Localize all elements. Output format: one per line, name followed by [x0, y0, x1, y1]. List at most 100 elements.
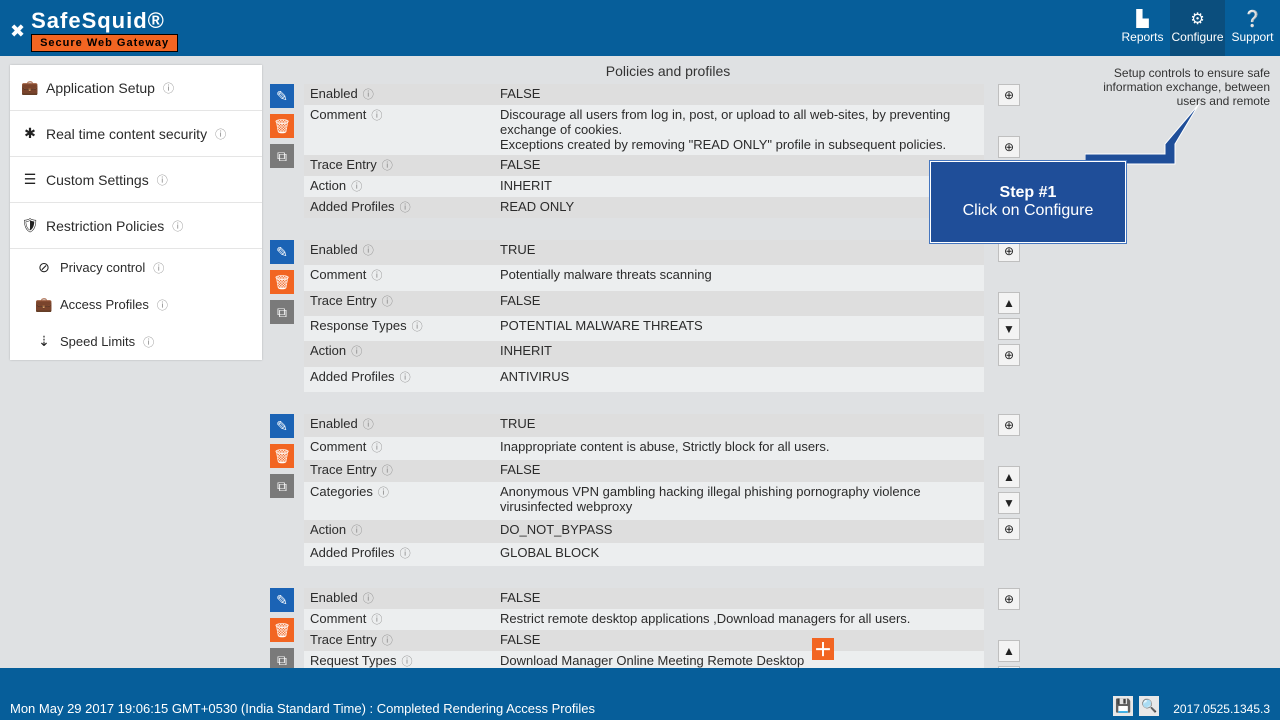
row-value: Discourage all users from log in, post, …	[494, 105, 984, 155]
row-value: Download Manager Online Meeting Remote D…	[494, 651, 984, 668]
info-icon: ⓘ	[379, 465, 393, 477]
add-policy-button[interactable]: ＋	[812, 638, 834, 660]
edit-icon[interactable]: ✎	[270, 414, 294, 438]
trash-icon[interactable]: 🗑	[270, 270, 294, 294]
sidebar-item-access[interactable]: 💼 Access Profiles ⓘ	[10, 286, 262, 323]
info-icon: ⓘ	[398, 656, 412, 668]
edit-icon[interactable]: ✎	[270, 240, 294, 264]
main-area: 💼 Application Setup ⓘ ✱ Real time conten…	[0, 56, 1280, 668]
trash-icon[interactable]: 🗑	[270, 114, 294, 138]
row-key: Added Profiles ⓘ	[304, 197, 494, 218]
row-key-label: Trace Entry	[310, 157, 377, 172]
trash-icon[interactable]: 🗑	[270, 618, 294, 642]
row-value: Potentially malware threats scanning	[494, 265, 984, 290]
info-icon: ⓘ	[368, 110, 382, 122]
row-value: FALSE	[494, 84, 984, 105]
row-key: Request Types ⓘ	[304, 651, 494, 668]
copy-icon[interactable]: ⧉	[270, 648, 294, 668]
policy-block: ✎🗑⧉Enabled ⓘTRUEComment ⓘPotentially mal…	[270, 240, 1072, 392]
target-button[interactable]: ⊕	[998, 518, 1020, 540]
callout-step: Step #1	[1000, 184, 1057, 202]
row-key: Response Types ⓘ	[304, 316, 494, 341]
search-button[interactable]: 🔍	[1139, 696, 1159, 716]
info-icon: ⓘ	[368, 614, 382, 626]
nav-configure[interactable]: ⚙ Configure	[1170, 0, 1225, 56]
sidebar-item-custom[interactable]: ☰ Custom Settings ⓘ	[10, 157, 262, 203]
move-down-button[interactable]: ▼	[998, 666, 1020, 668]
info-icon: ⓘ	[348, 525, 362, 537]
edit-icon[interactable]: ✎	[270, 84, 294, 108]
move-up-button[interactable]: ▲	[998, 292, 1020, 314]
sidebar-item-restriction[interactable]: 🛡 Restriction Policies ⓘ	[10, 203, 262, 249]
info-icon: ⓘ	[397, 202, 411, 214]
edit-icon[interactable]: ✎	[270, 588, 294, 612]
target-button[interactable]: ⊕	[998, 588, 1020, 610]
table-row: Enabled ⓘ TRUE	[304, 414, 984, 437]
save-button[interactable]: 💾	[1113, 696, 1133, 716]
sidebar-item-app-setup[interactable]: 💼 Application Setup ⓘ	[10, 65, 262, 111]
table-row: Action ⓘ DO_NOT_BYPASS	[304, 520, 984, 543]
move-down-button[interactable]: ▼	[998, 318, 1020, 340]
row-key-label: Action	[310, 522, 346, 537]
row-value: DO_NOT_BYPASS	[494, 520, 984, 543]
info-icon: ⓘ	[157, 172, 168, 188]
chart-icon: ▙	[1136, 12, 1148, 28]
row-key-label: Enabled	[310, 242, 358, 257]
row-value: POTENTIAL MALWARE THREATS	[494, 316, 984, 341]
move-down-button[interactable]: ▼	[998, 492, 1020, 514]
table-row: Enabled ⓘTRUE	[304, 240, 984, 265]
table-row: Added Profiles ⓘGLOBAL BLOCK	[304, 543, 984, 566]
row-key: Action ⓘ	[304, 176, 494, 197]
target-button[interactable]: ⊕	[998, 344, 1020, 366]
sidebar-item-label: Application Setup	[46, 80, 155, 96]
help-icon: ❔	[1243, 12, 1263, 28]
row-key: Enabled ⓘ	[304, 240, 494, 265]
policy-table: Enabled ⓘTRUEComment ⓘPotentially malwar…	[304, 240, 984, 392]
nav-support[interactable]: ❔ Support	[1225, 0, 1280, 56]
target-button[interactable]: ⊕	[998, 240, 1020, 262]
row-value: FALSE	[494, 155, 984, 176]
row-key-label: Enabled	[310, 416, 358, 431]
sidebar-item-label: Access Profiles	[60, 297, 149, 312]
move-up-button[interactable]: ▲	[998, 640, 1020, 662]
move-up-button[interactable]: ▲	[998, 466, 1020, 488]
table-row: Enabled ⓘFALSE	[304, 84, 984, 105]
nav-support-label: Support	[1231, 30, 1273, 44]
version-label: 2017.0525.1345.3	[1173, 702, 1270, 716]
sidebar-item-label: Restriction Policies	[46, 218, 164, 234]
info-icon: ⓘ	[368, 270, 382, 282]
row-key-label: Enabled	[310, 590, 358, 605]
target-button[interactable]: ⊕	[998, 84, 1020, 106]
sidebar: 💼 Application Setup ⓘ ✱ Real time conten…	[10, 65, 262, 360]
sidebar-item-label: Custom Settings	[46, 172, 149, 188]
row-key: Trace Entry ⓘ	[304, 460, 494, 483]
info-icon: ⓘ	[215, 126, 226, 142]
sidebar-item-realtime[interactable]: ✱ Real time content security ⓘ	[10, 111, 262, 157]
target-button[interactable]: ⊕	[998, 136, 1020, 158]
copy-icon[interactable]: ⧉	[270, 300, 294, 324]
target-button[interactable]: ⊕	[998, 414, 1020, 436]
row-key: Comment ⓘ	[304, 609, 494, 630]
copy-icon[interactable]: ⧉	[270, 474, 294, 498]
page-title: Policies and profiles	[262, 56, 1074, 85]
copy-icon[interactable]: ⧉	[270, 144, 294, 168]
sidebar-item-label: Privacy control	[60, 260, 145, 275]
policy-table: Enabled ⓘFALSEComment ⓘRestrict remote d…	[304, 588, 984, 668]
trash-icon[interactable]: 🗑	[270, 444, 294, 468]
row-value: TRUE	[494, 414, 984, 437]
row-value: ANTIVIRUS	[494, 367, 984, 392]
info-icon: ⓘ	[360, 419, 374, 431]
row-key: Comment ⓘ	[304, 437, 494, 460]
nav-reports-label: Reports	[1121, 30, 1163, 44]
table-row: Enabled ⓘFALSE	[304, 588, 984, 609]
row-key-label: Comment	[310, 267, 366, 282]
row-key-label: Trace Entry	[310, 293, 377, 308]
sidebar-item-privacy[interactable]: ⊘ Privacy control ⓘ	[10, 249, 262, 286]
top-nav: ▙ Reports ⚙ Configure ❔ Support	[1115, 0, 1280, 56]
gears-icon: ⚙	[1190, 12, 1204, 28]
row-key-label: Comment	[310, 611, 366, 626]
row-key: Comment ⓘ	[304, 265, 494, 290]
info-icon: ⓘ	[153, 260, 164, 276]
nav-reports[interactable]: ▙ Reports	[1115, 0, 1170, 56]
sidebar-item-speed[interactable]: ⇣ Speed Limits ⓘ	[10, 323, 262, 360]
